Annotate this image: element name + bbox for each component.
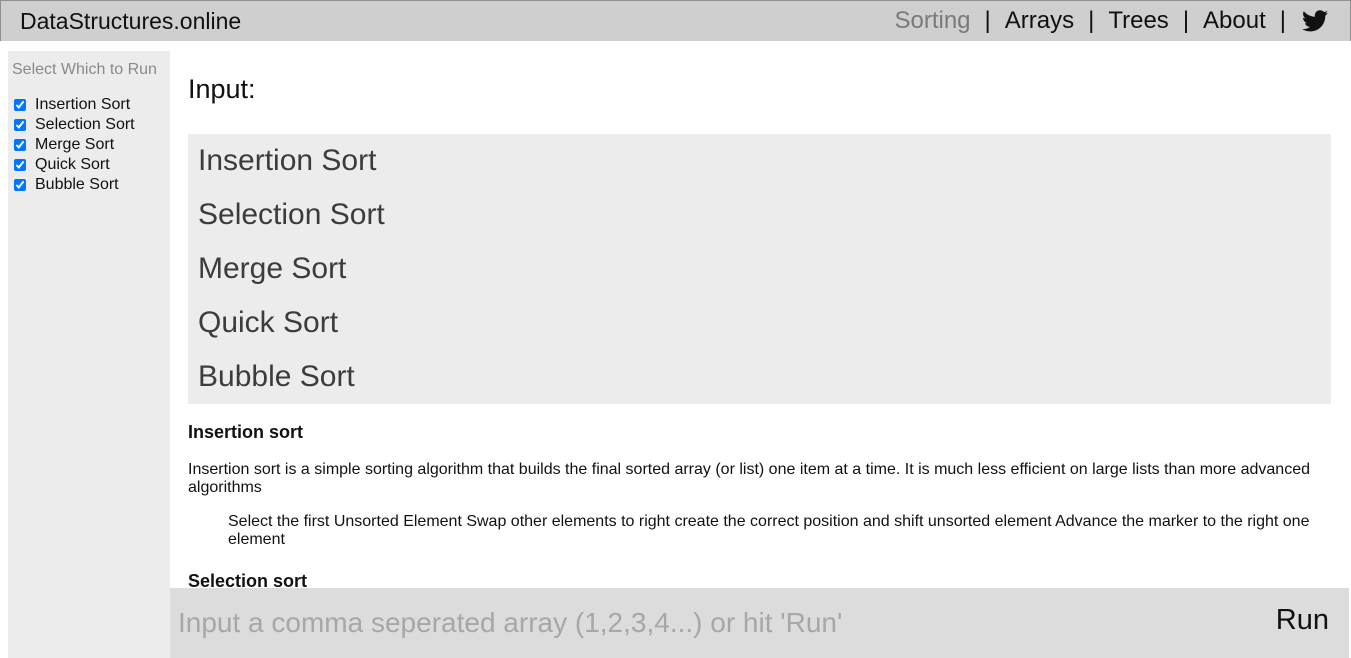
checkbox-row-insertion-sort[interactable]: Insertion Sort [14, 95, 135, 115]
sidebar: Select Which to Run Insertion Sort Selec… [8, 51, 170, 658]
checkbox-row-bubble-sort[interactable]: Bubble Sort [14, 175, 135, 195]
top-nav: Sorting | Arrays | Trees | About | [894, 7, 1328, 35]
nav-arrays[interactable]: Arrays [1005, 7, 1074, 35]
twitter-bird-icon [1302, 10, 1328, 32]
insertion-sort-checkbox[interactable] [14, 99, 26, 111]
nav-separator: | [1279, 7, 1286, 34]
algorithm-panel-insertion-sort[interactable]: Insertion Sort [188, 134, 1331, 188]
top-header: DataStructures.online Sorting | Arrays |… [0, 0, 1351, 41]
checkbox-label: Insertion Sort [35, 96, 131, 113]
algorithm-panel-bubble-sort[interactable]: Bubble Sort [188, 350, 1331, 404]
checkbox-label: Quick Sort [35, 156, 110, 173]
description-steps: Select the first Unsorted Element Swap o… [228, 513, 1310, 548]
nav-separator: | [1088, 7, 1095, 34]
run-button[interactable]: Run [1276, 604, 1329, 637]
merge-sort-checkbox[interactable] [14, 139, 26, 151]
algorithm-descriptions: Insertion sort Insertion sort is a simpl… [188, 422, 1331, 592]
selection-sort-checkbox[interactable] [14, 119, 26, 131]
nav-separator: | [984, 7, 991, 34]
checkbox-label: Merge Sort [35, 136, 115, 153]
bubble-sort-checkbox[interactable] [14, 179, 26, 191]
input-heading: Input: [188, 74, 256, 104]
algorithm-panel-quick-sort[interactable]: Quick Sort [188, 296, 1331, 350]
description-text: Insertion sort is a simple sorting algor… [188, 461, 1310, 496]
sidebar-title: Select Which to Run [12, 61, 157, 78]
site-brand[interactable]: DataStructures.online [20, 8, 241, 35]
algorithm-panel-merge-sort[interactable]: Merge Sort [188, 242, 1331, 296]
nav-about[interactable]: About [1203, 7, 1266, 35]
nav-sorting[interactable]: Sorting [894, 7, 970, 35]
algorithm-output-list: Insertion Sort Selection Sort Merge Sort… [188, 134, 1331, 404]
nav-separator: | [1182, 7, 1190, 34]
checkbox-row-merge-sort[interactable]: Merge Sort [14, 135, 135, 155]
checkbox-label: Bubble Sort [35, 176, 119, 193]
checkbox-row-quick-sort[interactable]: Quick Sort [14, 155, 135, 175]
algorithm-checklist: Insertion Sort Selection Sort Merge Sort… [14, 95, 135, 195]
array-input[interactable] [170, 588, 1250, 658]
checkbox-row-selection-sort[interactable]: Selection Sort [14, 115, 135, 135]
input-bar: Run [170, 588, 1349, 658]
algorithm-panel-selection-sort[interactable]: Selection Sort [188, 188, 1331, 242]
quick-sort-checkbox[interactable] [14, 159, 26, 171]
description-title: Insertion sort [188, 422, 304, 442]
nav-trees[interactable]: Trees [1108, 7, 1168, 35]
twitter-icon[interactable] [1302, 10, 1328, 32]
checkbox-label: Selection Sort [35, 116, 135, 133]
